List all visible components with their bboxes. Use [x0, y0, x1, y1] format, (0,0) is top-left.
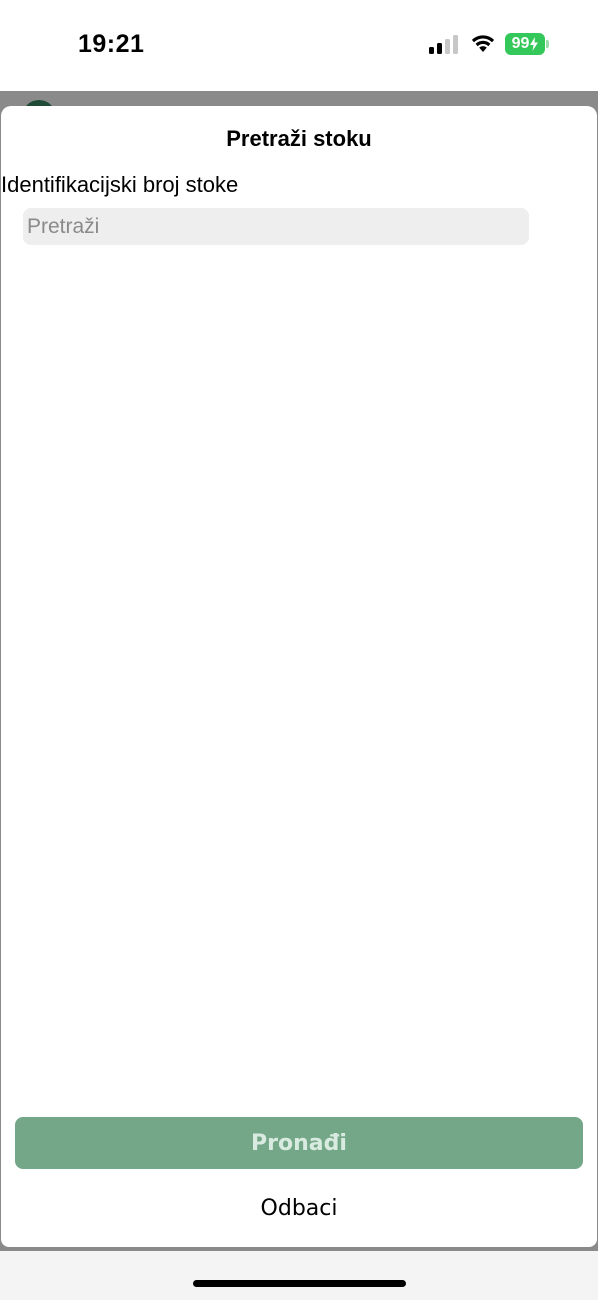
home-indicator[interactable] — [193, 1280, 406, 1287]
battery-tip — [546, 40, 549, 48]
status-bar: 19:21 99 — [0, 0, 598, 91]
search-livestock-sheet: Pretraži stoku Identifikacijski broj sto… — [1, 106, 597, 1247]
search-input[interactable] — [23, 208, 529, 245]
wifi-icon — [471, 35, 495, 52]
sheet-title: Pretraži stoku — [226, 126, 372, 151]
battery-charging-icon: 99 — [505, 33, 545, 55]
find-button[interactable]: Pronađi — [15, 1117, 583, 1169]
cellular-signal-icon — [429, 35, 458, 54]
battery-level: 99 — [511, 35, 530, 52]
dismiss-button[interactable]: Odbaci — [1, 1188, 597, 1228]
status-time: 19:21 — [78, 30, 145, 58]
livestock-id-label: Identifikacijski broj stoke — [1, 172, 239, 197]
charging-bolt-icon — [530, 37, 539, 51]
